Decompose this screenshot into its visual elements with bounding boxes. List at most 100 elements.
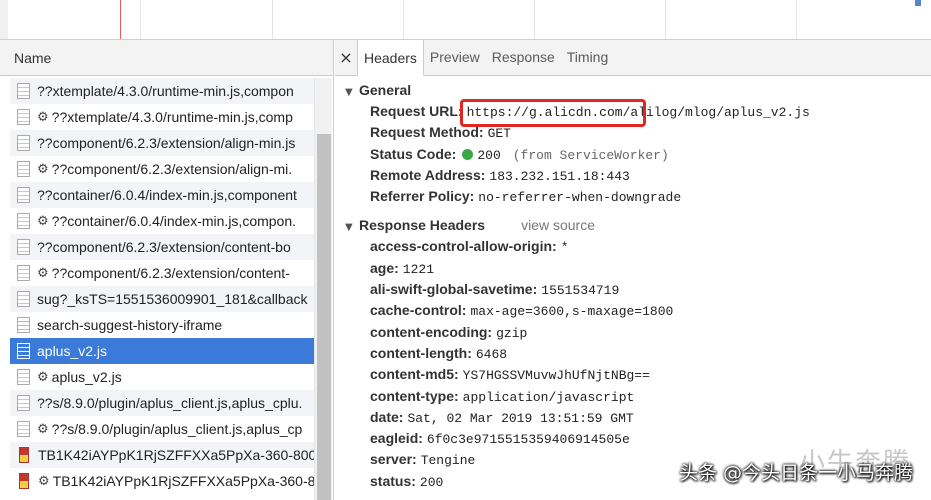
header-key: cache-control:: [370, 302, 467, 319]
script-file-icon: [17, 187, 30, 203]
request-row[interactable]: ??container/6.0.4/index-min.js,component: [10, 182, 314, 208]
request-row[interactable]: ⚙ ??component/6.2.3/extension/align-mi.: [10, 156, 314, 182]
caption-overlay: 头条 @今头日条一小马奔腾: [678, 462, 913, 484]
header-value: max-age=3600,s-maxage=1800: [470, 304, 674, 320]
request-name: ??component/6.2.3/extension/content-bo: [37, 239, 291, 255]
timeline-gridline: [796, 0, 797, 39]
status-code-row: Status Code: 200 (from ServiceWorker): [345, 144, 931, 165]
timeline-gridline: [665, 0, 666, 39]
response-header-row: age: 1221: [345, 258, 931, 279]
header-value: gzip: [496, 325, 528, 341]
response-header-row: ali-swift-global-savetime: 1551534719: [345, 279, 931, 300]
script-file-icon: [17, 395, 30, 411]
timeline-gridline: [403, 0, 404, 39]
header-key: content-length:: [370, 344, 472, 361]
request-row[interactable]: ⚙ ??xtemplate/4.3.0/runtime-min.js,comp: [10, 104, 314, 130]
status-code-label: Status Code:: [370, 145, 457, 162]
request-list-scrollbar[interactable]: [314, 78, 332, 500]
request-name: TB1K42iAYPpK1RjSZFFXXa5PpXa-360-800: [38, 447, 314, 463]
general-section-toggle[interactable]: ▼ General: [345, 80, 931, 101]
request-name: search-suggest-history-iframe: [37, 317, 223, 333]
response-header-row: access-control-allow-origin: *: [345, 236, 931, 257]
request-row[interactable]: TB1K42iAYPpK1RjSZFFXXa5PpXa-360-800: [10, 442, 314, 468]
status-note: (from ServiceWorker): [512, 147, 669, 163]
request-name: ??container/6.0.4/index-min.js,compon.: [51, 213, 297, 229]
header-value: 1221: [402, 261, 435, 277]
request-name: ??s/8.9.0/plugin/aplus_client.js,aplus_c…: [51, 421, 303, 437]
name-column-header[interactable]: Name: [0, 40, 333, 76]
request-method-label: Request Method:: [370, 124, 484, 141]
timeline-gutter: [0, 0, 8, 39]
header-key: status:: [370, 472, 416, 489]
response-header-row: cache-control: max-age=3600,s-maxage=1800: [345, 300, 931, 321]
request-row[interactable]: ⚙ ??container/6.0.4/index-min.js,compon.: [10, 208, 314, 234]
request-name: ??container/6.0.4/index-min.js,component: [37, 187, 297, 203]
script-file-icon: [17, 109, 30, 125]
request-row[interactable]: ⚙ aplus_v2.js: [10, 364, 314, 390]
remote-address-row: Remote Address: 183.232.151.18:443: [345, 165, 931, 186]
header-key: ali-swift-global-savetime:: [370, 281, 538, 298]
expand-triangle-icon: ▼: [345, 87, 353, 98]
request-row[interactable]: sug?_ksTS=1551536009901_181&callback: [10, 286, 314, 312]
tab-response[interactable]: Response: [486, 40, 561, 75]
timeline-gridline: [140, 0, 141, 39]
response-headers-toggle[interactable]: ▼ Response Headers view source: [345, 215, 931, 236]
script-file-icon: [17, 291, 30, 307]
response-header-row: content-encoding: gzip: [345, 322, 931, 343]
request-row[interactable]: aplus_v2.js: [10, 338, 314, 364]
request-list: ??xtemplate/4.3.0/runtime-min.js,compon ⚙…: [10, 78, 314, 494]
timeline-gridline: [272, 0, 273, 39]
header-value: YS7HGSSVMuvwJhUfNjtNBg==: [462, 368, 650, 384]
request-row[interactable]: ??component/6.2.3/extension/content-bo: [10, 234, 314, 260]
script-file-icon: [17, 83, 30, 99]
request-method-row: Request Method: GET: [345, 122, 931, 143]
script-file-icon: [17, 161, 30, 177]
script-file-icon: [17, 421, 30, 437]
close-icon[interactable]: ×: [335, 40, 357, 75]
tab-timing[interactable]: Timing: [561, 40, 615, 75]
timeline-load-marker: [120, 0, 121, 39]
script-file-icon: [17, 239, 30, 255]
request-name: ??xtemplate/4.3.0/runtime-min.js,compon: [37, 83, 294, 99]
request-row[interactable]: ??component/6.2.3/extension/align-min.js: [10, 130, 314, 156]
request-row[interactable]: ??xtemplate/4.3.0/runtime-min.js,compon: [10, 78, 314, 104]
request-row[interactable]: ⚙ TB1K42iAYPpK1RjSZFFXXa5PpXa-360-8: [10, 468, 314, 494]
network-timeline[interactable]: [0, 0, 931, 40]
request-row[interactable]: search-suggest-history-iframe: [10, 312, 314, 338]
request-row[interactable]: ⚙ ??component/6.2.3/extension/content-: [10, 260, 314, 286]
header-value: 6f0c3e9715515359406914505e: [426, 432, 630, 448]
remote-address-value: 183.232.151.18:443: [489, 168, 630, 184]
service-worker-gear-icon: ⚙: [37, 213, 49, 229]
request-row[interactable]: ⚙ ??s/8.9.0/plugin/aplus_client.js,aplus_…: [10, 416, 314, 442]
tab-headers[interactable]: Headers: [357, 40, 424, 76]
script-file-icon: [17, 213, 30, 229]
header-key: eagleid:: [370, 430, 423, 447]
general-section-title: General: [359, 82, 412, 98]
response-header-row: content-length: 6468: [345, 343, 931, 364]
header-key: age:: [370, 259, 399, 276]
request-name: aplus_v2.js: [51, 369, 122, 385]
header-value: Sat, 02 Mar 2019 13:51:59 GMT: [407, 410, 634, 426]
header-key: date:: [370, 408, 404, 425]
request-name: ??component/6.2.3/extension/align-mi.: [51, 161, 293, 177]
script-file-icon: [17, 135, 30, 151]
referrer-policy-value: no-referrer-when-downgrade: [478, 190, 682, 206]
scrollbar-thumb[interactable]: [317, 134, 331, 500]
script-file-icon: [17, 265, 30, 281]
tab-preview[interactable]: Preview: [424, 40, 486, 75]
view-source-link[interactable]: view source: [521, 217, 595, 233]
request-name: aplus_v2.js: [37, 343, 108, 359]
request-row[interactable]: ??s/8.9.0/plugin/aplus_client.js,aplus_c…: [10, 390, 314, 416]
details-tab-bar: × Headers Preview Response Timing: [335, 40, 931, 76]
header-key: content-type:: [370, 387, 459, 404]
response-header-row: content-type: application/javascript: [345, 386, 931, 407]
response-header-row: date: Sat, 02 Mar 2019 13:51:59 GMT: [345, 407, 931, 428]
header-value: 200: [419, 474, 444, 490]
status-code-value: 200: [477, 147, 501, 163]
status-ok-icon: [462, 148, 474, 160]
expand-triangle-icon: ▼: [345, 222, 353, 234]
header-value: *: [560, 240, 569, 256]
remote-address-label: Remote Address:: [370, 166, 486, 183]
timeline-gridline: [534, 0, 535, 39]
request-name: ??s/8.9.0/plugin/aplus_client.js,aplus_c…: [37, 395, 303, 411]
